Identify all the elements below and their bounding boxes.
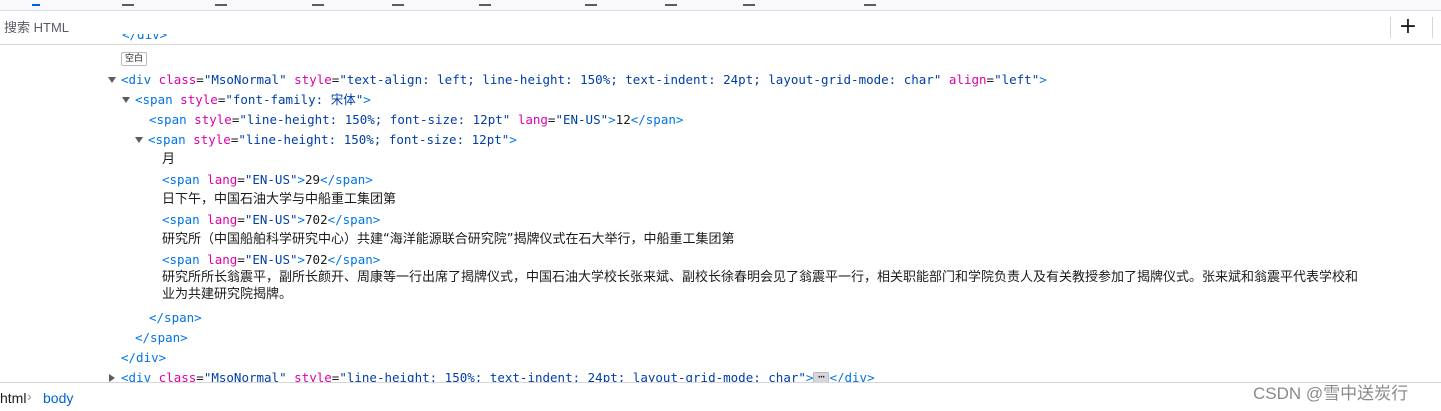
tag-close: > — [805, 370, 814, 382]
attr-value: "line-height: 150%; text-indent: 24pt; l… — [339, 370, 806, 382]
attr-value: "EN-US" — [244, 252, 298, 267]
console-tab-icon[interactable] — [122, 0, 134, 6]
breadcrumb-item-body[interactable]: body — [43, 390, 73, 406]
attr-name: lang — [207, 172, 238, 187]
style-editor-tab-icon[interactable] — [392, 0, 404, 6]
tag-open: <span — [149, 112, 187, 127]
tree-node-span-12[interactable]: <span style="line-height: 150%; font-siz… — [149, 110, 683, 130]
accessibility-tab-icon[interactable] — [743, 0, 755, 6]
devtools-toolbar — [0, 0, 1441, 11]
expand-toggle-icon[interactable] — [108, 76, 116, 83]
tag-end: </span> — [630, 112, 684, 127]
text-node: 702 — [305, 212, 328, 227]
attr-name: style — [180, 92, 218, 107]
tree-node-span-702[interactable]: <span lang="EN-US">702</span> — [162, 210, 380, 230]
memory-tab-icon[interactable] — [585, 0, 597, 6]
tag-end: </span> — [327, 252, 381, 267]
tree-node-div-msonormal[interactable]: <div class="MsoNormal" style="text-align… — [108, 70, 1047, 90]
tag-open: <span — [162, 172, 200, 187]
tag-end: </span> — [149, 310, 202, 325]
tag-close: > — [509, 132, 517, 147]
storage-tab-icon[interactable] — [665, 0, 677, 6]
tag-end: </span> — [327, 212, 381, 227]
attr-value: "EN-US" — [244, 172, 298, 187]
tree-line-span-close[interactable]: </span> — [135, 328, 188, 348]
network-tab-icon[interactable] — [312, 0, 324, 6]
attr-value: "line-height: 150%; font-size: 12pt" — [239, 112, 511, 127]
attr-name: align — [948, 72, 987, 87]
text-node-continuation[interactable]: 业为共建研究院揭牌。 — [162, 286, 292, 303]
tree-node-span-29[interactable]: <span lang="EN-US">29</span> — [162, 170, 373, 190]
attr-value: "line-height: 150%; font-size: 12pt" — [238, 132, 510, 147]
tree-node-span-lh[interactable]: <span style="line-height: 150%; font-siz… — [135, 130, 517, 150]
attr-value: "font-family: 宋体" — [225, 92, 364, 107]
text-node[interactable]: 研究所（中国船舶科学研究中心）共建“海洋能源联合研究院”揭牌仪式在石大举行，中船… — [162, 230, 734, 250]
expand-toggle-icon[interactable] — [135, 136, 143, 143]
attr-name: lang — [207, 252, 238, 267]
chevron-right-icon: › — [27, 388, 32, 404]
text-node: 29 — [305, 172, 321, 187]
attr-value: "left" — [994, 72, 1040, 87]
text-node[interactable]: 研究所所长翁震平，副所长颜开、周康等一行出席了揭牌仪式，中国石油大学校长张来斌、… — [162, 269, 1358, 286]
tag-end: </span> — [135, 330, 188, 345]
attr-name: style — [294, 370, 332, 382]
tree-line-span-close[interactable]: </span> — [149, 308, 202, 328]
text-node[interactable]: 月 — [162, 150, 175, 170]
attr-name: style — [194, 112, 232, 127]
attr-value: "MsoNormal" — [203, 72, 287, 87]
attr-name: class — [158, 72, 197, 87]
tag-end: </div> — [121, 350, 167, 365]
tag-open: <span — [148, 132, 186, 147]
expand-toggle-icon[interactable] — [109, 373, 115, 382]
tag-open: <div — [121, 72, 152, 87]
text-node: 12 — [615, 112, 631, 127]
div-close-tag: </div> — [122, 34, 168, 42]
breadcrumb: html › body — [0, 382, 1441, 411]
inspector-tab-icon[interactable] — [32, 0, 40, 6]
attr-value: "EN-US" — [555, 112, 609, 127]
tag-open: <span — [162, 212, 200, 227]
tag-open: <div — [121, 370, 152, 382]
text-node[interactable]: 日下午，中国石油大学与中船重工集团第 — [162, 190, 396, 210]
expand-toggle-icon[interactable] — [122, 96, 130, 103]
tree-line-div-close[interactable]: </div> — [121, 348, 166, 368]
expand-ellipsis-button[interactable]: ⋯ — [813, 371, 830, 382]
breadcrumb-item-html[interactable]: html — [0, 390, 26, 406]
markup-tree: </div> 空白 <div class="MsoNormal" style="… — [0, 34, 1441, 382]
debugger-tab-icon[interactable] — [215, 0, 227, 6]
tree-node-div-collapsed[interactable]: <div class="MsoNormal" style="line-heigh… — [109, 368, 875, 382]
attr-name: style — [193, 132, 231, 147]
tree-node-span-702-b[interactable]: <span lang="EN-US">702</span> — [162, 250, 380, 270]
tag-close: > — [363, 92, 371, 107]
performance-tab-icon[interactable] — [479, 0, 491, 6]
attr-name: class — [158, 370, 197, 382]
text-node: 702 — [305, 252, 328, 267]
attr-name: style — [294, 72, 332, 87]
watermark-text: CSDN @雪中送炭行 — [1253, 384, 1409, 403]
attr-value: "MsoNormal" — [203, 370, 287, 382]
tag-end: </div> — [829, 370, 875, 382]
tree-node-span-font[interactable]: <span style="font-family: 宋体"> — [122, 90, 371, 110]
application-tab-icon[interactable] — [864, 0, 876, 6]
tag-open: <span — [135, 92, 173, 107]
attr-name: lang — [517, 112, 548, 127]
whitespace-badge: 空白 — [121, 52, 148, 66]
attr-name: lang — [207, 212, 238, 227]
attr-value: "text-align: left; line-height: 150%; te… — [339, 72, 942, 87]
whitespace-node[interactable]: 空白 — [121, 49, 148, 66]
tag-open: <span — [162, 252, 200, 267]
tag-close: > — [1039, 72, 1047, 87]
tag-end: </span> — [320, 172, 373, 187]
attr-value: "EN-US" — [244, 212, 298, 227]
tree-line-div-close[interactable]: </div> — [122, 34, 167, 42]
